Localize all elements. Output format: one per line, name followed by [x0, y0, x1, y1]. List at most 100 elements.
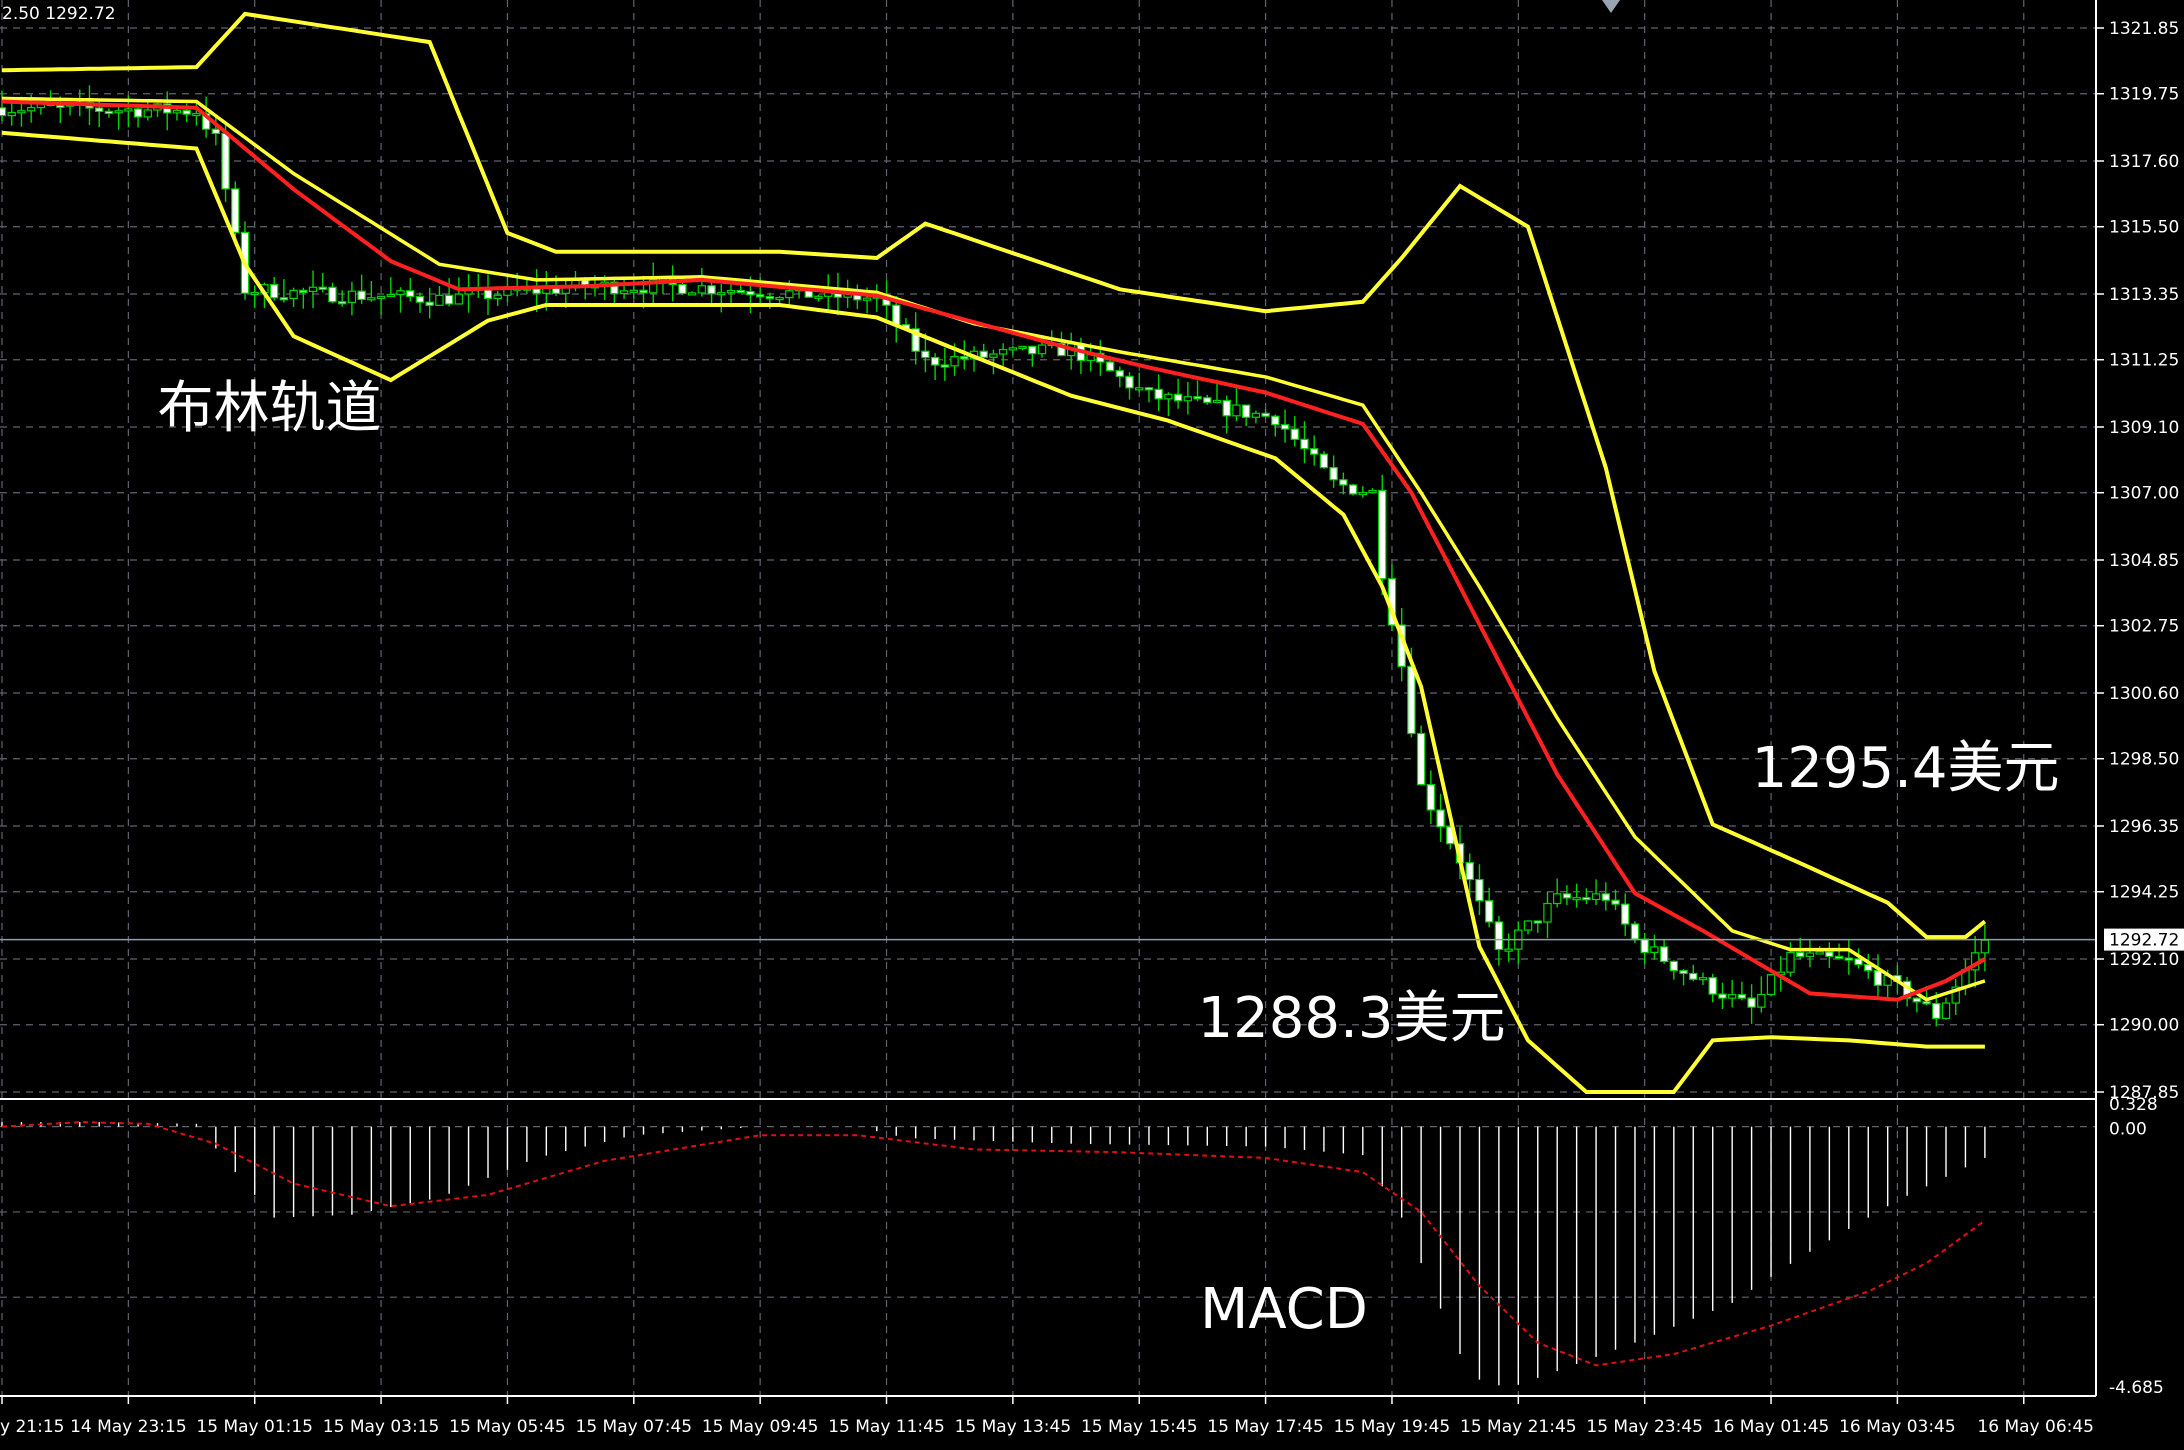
candle-down — [1737, 994, 1747, 999]
candle-down — [1290, 428, 1299, 440]
candle-up — [17, 110, 26, 114]
candle-down — [1601, 893, 1610, 901]
candle-down — [1319, 453, 1329, 469]
candle-down — [1378, 489, 1387, 580]
candle-up — [1037, 344, 1047, 355]
candle-down — [960, 356, 969, 360]
candle-up — [814, 295, 823, 299]
candle-down — [328, 286, 337, 303]
candle-down — [1426, 784, 1436, 811]
candle-down — [1844, 957, 1853, 961]
candle-up — [1164, 393, 1173, 400]
candle-up — [629, 289, 639, 293]
y-tick-label: 1321.85 — [2109, 19, 2179, 39]
x-tick-label: 15 May 23:45 — [1586, 1417, 1703, 1437]
candle-up — [1183, 396, 1193, 402]
candle-down — [1339, 479, 1348, 486]
candle-up — [726, 289, 736, 294]
candle-down — [104, 110, 114, 114]
candle-up — [619, 290, 629, 295]
candle-up — [367, 297, 376, 301]
candle-down — [1873, 969, 1883, 986]
candle-up — [1786, 951, 1795, 973]
candle-up — [308, 286, 318, 292]
candle-down — [930, 356, 940, 366]
candle-up — [1018, 345, 1027, 349]
y-tick-label: 1307.00 — [2109, 484, 2179, 504]
candle-down — [357, 290, 366, 301]
candle-up — [1980, 939, 1990, 954]
macd-label: MACD — [1200, 1277, 1368, 1342]
candle-down — [1271, 415, 1280, 426]
x-tick-label: 16 May 03:45 — [1839, 1417, 1956, 1437]
candle-up — [143, 109, 152, 118]
candle-down — [299, 289, 308, 293]
y-tick-label: 1317.60 — [2109, 152, 2179, 172]
candle-up — [493, 294, 502, 300]
candle-up — [1941, 1002, 1951, 1019]
candle-up — [1504, 948, 1513, 952]
candle-down — [1795, 951, 1805, 957]
y-tick-label: 1302.75 — [2109, 617, 2179, 637]
candle-up — [775, 296, 784, 301]
candle-up — [1523, 920, 1533, 931]
candle-up — [1368, 489, 1377, 494]
candle-up — [347, 290, 357, 303]
candle-down — [1436, 809, 1445, 828]
candle-up — [124, 108, 133, 112]
candle-down — [406, 290, 415, 298]
x-tick-label: 15 May 03:15 — [323, 1417, 440, 1437]
trading-chart[interactable]: MACD 1321.85 1319.75 1317.60 1315.50 1313.35… — [0, 0, 2184, 1450]
chart-header-info: 2.50 1292.72 — [2, 4, 116, 24]
candle-down — [1689, 972, 1698, 980]
candle-up — [687, 292, 697, 296]
candle-down — [1144, 387, 1154, 391]
macd-y-tick-label: 0.00 — [2109, 1120, 2147, 1140]
candle-up — [1757, 993, 1766, 1008]
macd-y-tick-label: 0.328 — [2109, 1095, 2158, 1115]
candle-down — [1348, 484, 1358, 495]
y-tick-label: 1304.85 — [2109, 551, 2179, 571]
candle-down — [1533, 920, 1542, 924]
candle-up — [717, 292, 726, 296]
candle-down — [1115, 370, 1124, 377]
candle-down — [0, 107, 7, 117]
x-tick-label: 15 May 11:45 — [828, 1417, 945, 1437]
candle-down — [269, 284, 279, 299]
y-tick-label: 1313.35 — [2109, 285, 2179, 305]
candle-down — [1922, 1001, 1931, 1005]
x-tick-label: 15 May 09:45 — [702, 1417, 819, 1437]
y-tick-label: 1290.00 — [2109, 1016, 2179, 1036]
candle-up — [26, 106, 36, 112]
candle-up — [1650, 946, 1659, 954]
x-tick-label: 15 May 13:45 — [955, 1417, 1072, 1437]
candle-down — [231, 188, 240, 233]
annotation-label: 1288.3美元 — [1198, 986, 1506, 1051]
x-tick-label: y 21:15 — [0, 1417, 64, 1437]
candle-down — [1416, 732, 1426, 786]
candle-down — [1173, 393, 1183, 402]
candle-down — [1475, 878, 1484, 902]
candle-down — [1280, 424, 1290, 430]
x-tick-label: 16 May 06:45 — [1977, 1417, 2094, 1437]
candle-down — [1261, 412, 1270, 417]
candle-down — [1203, 397, 1212, 403]
candle-up — [697, 285, 707, 294]
candle-up — [1572, 897, 1581, 901]
candle-up — [1698, 977, 1708, 981]
candle-down — [1932, 1003, 1941, 1019]
candle-up — [386, 293, 396, 298]
candle-down — [1562, 893, 1572, 899]
candle-up — [396, 290, 405, 296]
x-tick-label: 15 May 01:15 — [196, 1417, 313, 1437]
candle-down — [1407, 665, 1416, 735]
candle-up — [1135, 387, 1144, 391]
candle-up — [1815, 951, 1824, 955]
macd-y-tick-label: -4.685 — [2109, 1378, 2164, 1398]
candle-up — [1543, 902, 1552, 923]
candle-down — [211, 128, 221, 135]
x-tick-label: 15 May 17:45 — [1207, 1417, 1324, 1437]
candle-up — [250, 291, 259, 296]
candle-down — [1630, 923, 1640, 940]
candle-down — [746, 290, 755, 296]
